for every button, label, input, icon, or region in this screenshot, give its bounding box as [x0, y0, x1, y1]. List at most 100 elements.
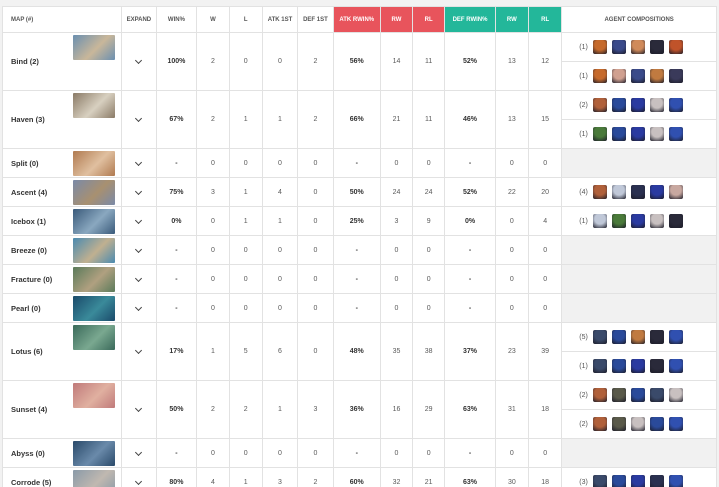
- col-header-atk-rw[interactable]: RW: [379, 6, 414, 33]
- cell-atk-rw: 35: [379, 322, 414, 381]
- cell-atk1st: 0: [261, 293, 299, 323]
- cell-l: 1: [228, 467, 263, 487]
- map-thumbnail: [73, 441, 116, 466]
- agent-icon: [669, 127, 684, 141]
- agent-composition[interactable]: (2): [561, 409, 717, 439]
- chevron-down-icon[interactable]: [135, 158, 143, 166]
- cell-def-rw: 13: [494, 90, 530, 149]
- agent-composition[interactable]: (4): [561, 177, 717, 207]
- header-row: MAP (#) EXPAND WIN% W L ATK 1ST DEF 1ST …: [2, 6, 717, 33]
- agent-icon: [593, 359, 608, 373]
- chevron-down-icon[interactable]: [135, 187, 143, 195]
- cell-w: 3: [196, 177, 230, 207]
- cell-atk-rwin: -: [332, 264, 381, 294]
- agent-icon: [612, 388, 627, 402]
- agent-composition[interactable]: (3): [561, 467, 717, 487]
- col-header-atk-rl[interactable]: RL: [412, 6, 446, 33]
- cell-atk-rw: 0: [379, 438, 414, 468]
- expand-cell[interactable]: [121, 90, 157, 149]
- cell-def1st: 2: [297, 90, 334, 149]
- map-stats-table: MAP (#) EXPAND WIN% W L ATK 1ST DEF 1ST …: [2, 6, 717, 487]
- expand-cell[interactable]: [121, 380, 157, 439]
- chevron-down-icon[interactable]: [135, 56, 143, 65]
- map-thumbnail: [73, 238, 116, 263]
- chevron-down-icon[interactable]: [135, 346, 143, 355]
- col-header-atk-1st[interactable]: ATK 1ST: [261, 6, 299, 33]
- agent-icon: [669, 98, 684, 112]
- expand-cell[interactable]: [121, 32, 157, 91]
- agent-icon: [650, 127, 665, 141]
- col-header-def-1st[interactable]: DEF 1ST: [297, 6, 334, 33]
- table-row[interactable]: Lotus (6) 17% 1 5 6 0 48% 35 38 37% 23 39 (5): [2, 322, 717, 381]
- col-header-l[interactable]: L: [228, 6, 263, 33]
- chevron-down-icon[interactable]: [135, 114, 143, 123]
- expand-cell[interactable]: [121, 293, 157, 323]
- table-row[interactable]: Breeze (0) -0 0 0 0-0 0-0 0: [2, 235, 717, 265]
- cell-win: 67%: [155, 90, 198, 149]
- chevron-down-icon[interactable]: [135, 477, 143, 485]
- expand-cell[interactable]: [121, 206, 157, 236]
- table-row[interactable]: Ascent (4) 75% 3 1 4 0 50% 24 24 52% 22 20 (4): [2, 177, 717, 207]
- expand-cell[interactable]: [121, 177, 157, 207]
- col-header-map[interactable]: MAP (#): [2, 6, 123, 33]
- expand-cell[interactable]: [121, 322, 157, 381]
- table-row[interactable]: Corrode (5) 80% 4 1 3 2 60% 32 21 63% 30 18 (3): [2, 467, 717, 487]
- expand-cell[interactable]: [121, 148, 157, 178]
- cell-w: 0: [196, 206, 230, 236]
- agent-composition[interactable]: (1): [561, 32, 717, 62]
- agent-composition[interactable]: (1): [561, 119, 717, 149]
- agent-composition[interactable]: (2): [561, 90, 717, 120]
- agent-composition[interactable]: (1): [561, 61, 717, 91]
- expand-cell[interactable]: [121, 235, 157, 265]
- expand-cell[interactable]: [121, 438, 157, 468]
- table-row[interactable]: Haven (3) 67% 2 1 1 2 66% 21 11 46% 13 15 (2): [2, 90, 717, 149]
- col-header-def-rwin[interactable]: DEF RWIN%: [444, 6, 496, 33]
- agent-composition[interactable]: (2): [561, 380, 717, 410]
- table-row[interactable]: Sunset (4) 50% 2 2 1 3 36% 16 29 63% 31 18 (2): [2, 380, 717, 439]
- col-header-w[interactable]: W: [196, 6, 230, 33]
- table-row[interactable]: Pearl (0) -0 0 0 0-0 0-0 0: [2, 293, 717, 323]
- cell-def1st: 0: [297, 206, 334, 236]
- cell-win: 75%: [155, 177, 198, 207]
- table-row[interactable]: Split (0) -0 0 0 0-0 0-0 0: [2, 148, 717, 178]
- cell-l: 2: [228, 380, 263, 439]
- agent-composition[interactable]: (5): [561, 322, 717, 352]
- agent-icon: [612, 214, 627, 228]
- col-header-atk-rwin[interactable]: ATK RWIN%: [332, 6, 381, 33]
- col-header-def-rl[interactable]: RL: [528, 6, 563, 33]
- agent-icon: [650, 185, 665, 199]
- cell-win: -: [155, 148, 198, 178]
- agent-icon: [631, 214, 646, 228]
- map-name: Lotus (6): [11, 347, 43, 356]
- col-header-agent-compositions: AGENT COMPOSITIONS: [561, 6, 717, 33]
- agent-icon: [593, 69, 608, 83]
- agent-composition[interactable]: (1): [561, 351, 717, 381]
- agent-composition[interactable]: (1): [561, 206, 717, 236]
- cell-def1st: 0: [297, 438, 334, 468]
- agent-composition-empty: [561, 235, 717, 265]
- table-row[interactable]: Icebox (1) 0% 0 1 1 0 25% 3 9 0% 0 4 (1): [2, 206, 717, 236]
- cell-def-rwin: 37%: [444, 322, 496, 381]
- chevron-down-icon[interactable]: [135, 245, 143, 253]
- col-header-def-rw[interactable]: RW: [494, 6, 530, 33]
- chevron-down-icon[interactable]: [135, 448, 143, 456]
- chevron-down-icon[interactable]: [135, 303, 143, 311]
- agent-icon: [593, 185, 608, 199]
- chevron-down-icon[interactable]: [135, 216, 143, 224]
- col-header-win[interactable]: WIN%: [155, 6, 198, 33]
- expand-cell[interactable]: [121, 467, 157, 487]
- cell-atk-rw: 0: [379, 148, 414, 178]
- table-row[interactable]: Bind (2) 100% 2 0 0 2 56% 14 11 52% 13 12 (1): [2, 32, 717, 91]
- cell-atk-rl: 0: [412, 264, 446, 294]
- agent-icon: [612, 359, 627, 373]
- table-row[interactable]: Abyss (0) -0 0 0 0-0 0-0 0: [2, 438, 717, 468]
- agent-icon: [631, 40, 646, 54]
- chevron-down-icon[interactable]: [135, 404, 143, 413]
- cell-def-rwin: -: [444, 264, 496, 294]
- table-row[interactable]: Fracture (0) -0 0 0 0-0 0-0 0: [2, 264, 717, 294]
- agent-icon: [612, 127, 627, 141]
- map-name: Pearl (0): [11, 303, 41, 313]
- cell-def-rw: 23: [494, 322, 530, 381]
- expand-cell[interactable]: [121, 264, 157, 294]
- chevron-down-icon[interactable]: [135, 274, 143, 282]
